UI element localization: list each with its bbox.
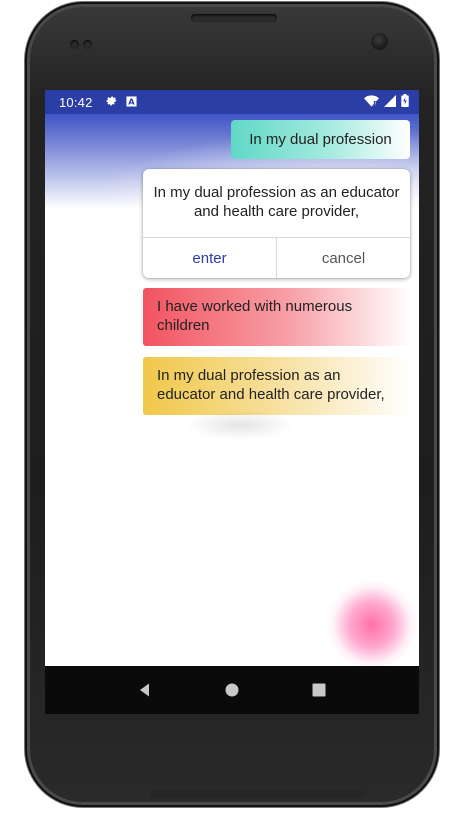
home-icon[interactable] (217, 675, 247, 705)
enter-button[interactable]: enter (143, 238, 277, 278)
bottom-speaker (150, 790, 364, 798)
dialog-message: In my dual profession as an educator and… (153, 184, 400, 220)
status-time: 10:42 (59, 94, 93, 110)
cancel-button[interactable]: cancel (277, 238, 410, 278)
suggestion-card[interactable]: In my dual profession as an educator and… (143, 357, 410, 415)
navigation-bar (45, 666, 419, 714)
input-chip-text: In my dual profession (249, 131, 392, 148)
signal-icon (384, 94, 396, 110)
a-badge-icon: A (126, 95, 137, 110)
gear-icon (105, 94, 118, 110)
screen: 10:42 A ! In my dual profession In my du… (45, 90, 419, 714)
front-camera (371, 33, 388, 50)
input-text-chip[interactable]: In my dual profession (231, 120, 410, 159)
wifi-icon: ! (364, 94, 379, 110)
battery-icon (401, 94, 409, 110)
floating-action-button[interactable] (327, 580, 417, 670)
card-shadow (185, 410, 295, 440)
confirm-dialog: In my dual profession as an educator and… (143, 169, 410, 278)
back-icon[interactable] (130, 675, 160, 705)
earpiece-speaker (191, 14, 277, 22)
status-bar: 10:42 A ! (45, 90, 419, 114)
svg-text:A: A (128, 96, 135, 106)
suggestion-card-text: I have worked with numerous children (157, 298, 353, 334)
svg-text:!: ! (374, 101, 376, 106)
dialog-actions: enter cancel (143, 237, 410, 278)
suggestion-card-text: In my dual profession as an educator and… (157, 367, 385, 403)
suggestion-card[interactable]: I have worked with numerous children (143, 288, 410, 346)
proximity-sensor (70, 36, 96, 54)
recents-icon[interactable] (304, 675, 334, 705)
